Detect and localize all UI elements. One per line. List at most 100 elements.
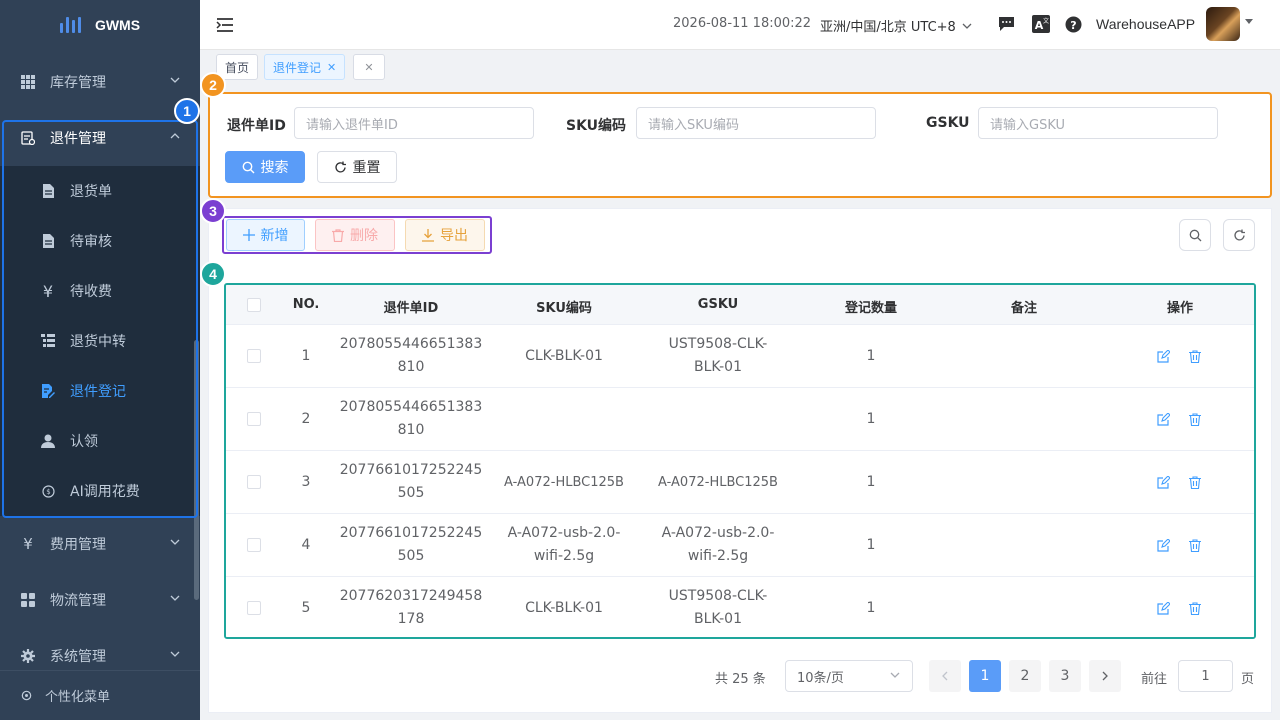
gsku-line: UST9508-CLK- bbox=[668, 588, 768, 604]
avatar[interactable] bbox=[1206, 7, 1240, 41]
trash-icon[interactable] bbox=[1188, 538, 1202, 552]
reset-button[interactable]: 重置 bbox=[317, 151, 397, 183]
search-button[interactable]: 搜索 bbox=[225, 151, 305, 183]
row-no: 2 bbox=[301, 410, 311, 427]
table-row[interactable]: 1 2078055446651383 810 CLK-BLK-01 UST950… bbox=[226, 325, 1254, 388]
table-header: NO. 退件单ID SKU编码 GSKU 登记数量 备注 操作 bbox=[226, 285, 1254, 325]
return-id-line: 505 bbox=[397, 548, 425, 564]
row-checkbox[interactable] bbox=[247, 349, 261, 363]
chevron-down-icon bbox=[170, 536, 180, 550]
sku-line: A-A072-usb-2.0- bbox=[507, 525, 621, 541]
row-checkbox[interactable] bbox=[247, 538, 261, 552]
return-id-placeholder: 请输入退件单ID bbox=[306, 117, 398, 133]
column-header: 操作 bbox=[1166, 301, 1193, 316]
next-page-button[interactable] bbox=[1089, 660, 1121, 692]
menu-toggle-icon[interactable] bbox=[216, 16, 234, 34]
gsku-cell: A-A072-HLBC125B bbox=[658, 474, 778, 490]
top-header: 2026-08-11 18:00:22 亚洲/中国/北京 UTC+8 A文 ? … bbox=[200, 0, 1280, 50]
prev-page-button[interactable] bbox=[929, 660, 961, 692]
page-button-1[interactable]: 1 bbox=[969, 660, 1001, 692]
sku-code-label: SKU编码 bbox=[566, 118, 627, 134]
row-checkbox[interactable] bbox=[247, 412, 261, 426]
close-icon[interactable]: ✕ bbox=[327, 61, 336, 74]
return-id-cell: 2077661017252245 505 bbox=[336, 514, 486, 576]
menu-label: 物流管理 bbox=[50, 593, 106, 609]
timezone-label: 亚洲/中国/北京 UTC+8 bbox=[820, 20, 956, 35]
translate-icon[interactable]: A文 bbox=[1032, 15, 1050, 33]
menu-fees[interactable]: ¥ 费用管理 bbox=[0, 516, 200, 572]
refresh-icon bbox=[1233, 229, 1245, 240]
trash-icon[interactable] bbox=[1188, 601, 1202, 615]
edit-icon[interactable] bbox=[1156, 475, 1170, 489]
qty-cell: 1 bbox=[866, 536, 876, 553]
column-header: SKU编码 bbox=[536, 301, 592, 316]
gear-icon bbox=[20, 648, 36, 664]
page-button-2[interactable]: 2 bbox=[1009, 660, 1041, 692]
sku-cell: A-A072-usb-2.0- wifi-2.5g bbox=[489, 514, 639, 576]
close-all-tags-button[interactable]: ✕ bbox=[353, 54, 385, 80]
return-id-line: 2078055446651383 bbox=[339, 399, 483, 415]
tag-return-registration[interactable]: 退件登记 ✕ bbox=[264, 54, 346, 80]
sku-code-input[interactable]: 请输入SKU编码 bbox=[636, 107, 876, 139]
edit-icon[interactable] bbox=[1156, 538, 1170, 552]
caret-down-icon[interactable] bbox=[1245, 19, 1253, 24]
chevron-down-icon bbox=[962, 23, 972, 29]
apps-icon bbox=[20, 592, 36, 608]
menu-label: 费用管理 bbox=[50, 537, 106, 553]
edit-icon[interactable] bbox=[1156, 412, 1170, 426]
callout-box-sidebar bbox=[2, 120, 198, 518]
current-datetime: 2026-08-11 18:00:22 bbox=[673, 16, 812, 31]
gsku-input[interactable]: 请输入GSKU bbox=[978, 107, 1218, 139]
row-no: 3 bbox=[301, 473, 311, 490]
return-id-input[interactable]: 请输入退件单ID bbox=[294, 107, 534, 139]
qty-cell: 1 bbox=[866, 410, 876, 427]
add-button[interactable]: 新增 bbox=[226, 219, 305, 251]
page-button-3[interactable]: 3 bbox=[1049, 660, 1081, 692]
callout-badge-4: 4 bbox=[200, 261, 226, 287]
trash-icon[interactable] bbox=[1188, 412, 1202, 426]
help-icon[interactable]: ? bbox=[1064, 15, 1082, 33]
return-id-line: 2077620317249458 bbox=[339, 588, 483, 604]
app-logo[interactable]: GWMS bbox=[0, 0, 200, 50]
username[interactable]: WarehouseAPP bbox=[1096, 16, 1195, 32]
edit-icon[interactable] bbox=[1156, 601, 1170, 615]
sku-cell: CLK-BLK-01 bbox=[525, 347, 603, 364]
page-size-select[interactable]: 10条/页 bbox=[785, 660, 913, 692]
edit-icon[interactable] bbox=[1156, 349, 1170, 363]
return-id-cell: 2078055446651383 810 bbox=[336, 325, 486, 387]
table-row[interactable]: 2 2078055446651383 810 1 bbox=[226, 388, 1254, 451]
row-no: 4 bbox=[301, 536, 311, 553]
delete-button[interactable]: 删除 bbox=[315, 219, 395, 251]
table-row[interactable]: 3 2077661017252245 505 A-A072-HLBC125B A… bbox=[226, 451, 1254, 514]
yen-icon: ¥ bbox=[23, 535, 33, 553]
refresh-button[interactable] bbox=[1223, 219, 1255, 251]
sku-cell: A-A072-HLBC125B bbox=[504, 474, 624, 490]
svg-text:文: 文 bbox=[1043, 17, 1049, 25]
table-row[interactable]: 5 2077620317249458 178 CLK-BLK-01 UST950… bbox=[226, 577, 1254, 637]
trash-icon[interactable] bbox=[1188, 475, 1202, 489]
logo-icon bbox=[59, 17, 81, 33]
export-button[interactable]: 导出 bbox=[405, 219, 485, 251]
menu-inventory[interactable]: 库存管理 bbox=[0, 54, 200, 110]
select-all-checkbox[interactable] bbox=[247, 298, 261, 312]
return-id-label: 退件单ID bbox=[227, 118, 286, 134]
table-row[interactable]: 4 2077661017252245 505 A-A072-usb-2.0- w… bbox=[226, 514, 1254, 577]
timezone-select[interactable]: 亚洲/中国/北京 UTC+8 bbox=[820, 16, 972, 35]
search-icon bbox=[1189, 229, 1201, 241]
row-checkbox[interactable] bbox=[247, 601, 261, 615]
note-cell bbox=[949, 577, 1099, 637]
menu-logistics[interactable]: 物流管理 bbox=[0, 572, 200, 628]
gsku-line: A-A072-usb-2.0- bbox=[661, 525, 775, 541]
note-cell bbox=[949, 325, 1099, 387]
gsku-cell: UST9508-CLK- BLK-01 bbox=[643, 577, 793, 637]
toggle-search-button[interactable] bbox=[1179, 219, 1211, 251]
row-checkbox[interactable] bbox=[247, 475, 261, 489]
chevron-left-icon bbox=[942, 671, 948, 681]
return-id-line: 2077661017252245 bbox=[339, 462, 483, 478]
gsku-line: wifi-2.5g bbox=[687, 548, 749, 564]
personalize-menu[interactable]: 个性化菜单 bbox=[0, 670, 200, 720]
trash-icon[interactable] bbox=[1188, 349, 1202, 363]
pagination-total: 共 25 条 bbox=[715, 672, 766, 687]
goto-page-input[interactable]: 1 bbox=[1178, 660, 1233, 692]
message-icon[interactable] bbox=[997, 15, 1015, 33]
